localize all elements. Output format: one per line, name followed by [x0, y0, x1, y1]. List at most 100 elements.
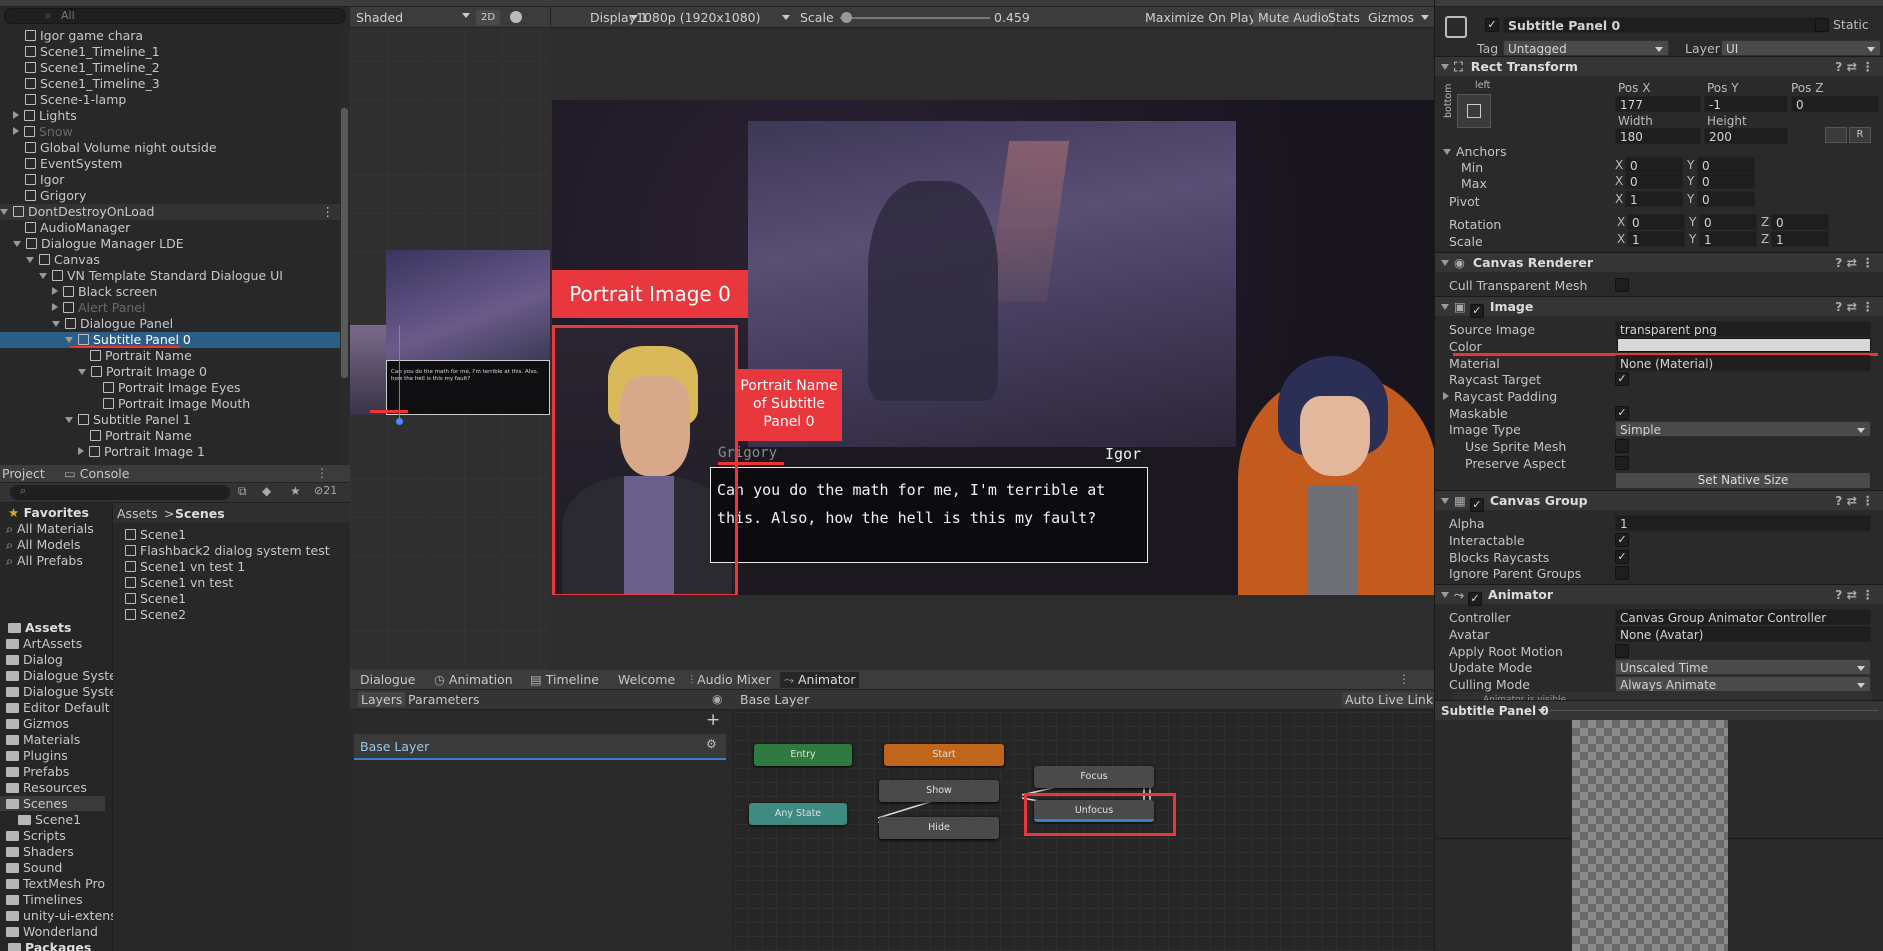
hidden-packages-count[interactable]: ⊘21 — [314, 484, 337, 497]
game-view[interactable]: Display 1 1080p (1920x1080) Scale 0.459 … — [550, 0, 1434, 670]
folder-item[interactable]: ArtAssets — [6, 636, 82, 651]
interactable-checkbox[interactable]: ✓ — [1615, 533, 1629, 547]
chevron-down-icon[interactable] — [39, 273, 47, 279]
hierarchy-item[interactable]: Canvas — [0, 252, 340, 268]
breadcrumb-scenes[interactable]: Scenes — [175, 506, 225, 521]
canvas-renderer-header[interactable]: ◉ Canvas Renderer ? ⇄ ⋮ — [1435, 252, 1883, 272]
chevron-down-icon[interactable] — [78, 369, 86, 375]
hierarchy-item[interactable]: Alert Panel — [0, 300, 340, 316]
scene-view[interactable]: Shaded 2D Can you do the math for me, I'… — [350, 0, 550, 670]
folder-item[interactable]: Editor Default Re — [6, 700, 129, 715]
scale-y-field[interactable]: 1 — [1699, 231, 1757, 247]
active-checkbox[interactable]: ✓ — [1485, 18, 1499, 32]
hierarchy-item[interactable]: Scene1_Timeline_3 — [0, 76, 340, 92]
hierarchy-item[interactable]: Portrait Name — [0, 428, 340, 444]
min-y-field[interactable]: 0 — [1697, 157, 1755, 173]
object-name-field[interactable]: Subtitle Panel 0 — [1503, 17, 1823, 33]
folder-item[interactable]: Prefabs — [6, 764, 69, 779]
anchor-presets-button[interactable] — [1457, 94, 1491, 128]
blueprint-button[interactable] — [1825, 127, 1847, 143]
state-focus[interactable]: Focus — [1034, 766, 1154, 788]
filter-label-icon[interactable]: ◆ — [262, 484, 271, 498]
hierarchy-item[interactable]: Dialogue Manager LDE — [0, 236, 340, 252]
hierarchy-item[interactable]: VN Template Standard Dialogue UI — [0, 268, 340, 284]
hierarchy-item[interactable]: EventSystem — [0, 156, 340, 172]
lock-icon[interactable]: ⋮ — [316, 466, 328, 480]
root-motion-checkbox[interactable] — [1615, 644, 1629, 658]
hierarchy-item[interactable]: Scene1_Timeline_2 — [0, 60, 340, 76]
shading-dropdown[interactable]: Shaded — [356, 7, 403, 28]
source-image-field[interactable]: transparent png — [1615, 321, 1871, 337]
folder-item[interactable]: Timelines — [6, 892, 83, 907]
layer-dropdown[interactable]: UI — [1721, 40, 1881, 56]
height-field[interactable]: 200 — [1704, 128, 1788, 144]
auto-live-link-button[interactable]: Auto Live Link — [1342, 692, 1434, 707]
stats-button[interactable]: Stats — [1328, 7, 1360, 28]
resolution-dropdown[interactable]: 1080p (1920x1080) — [636, 7, 761, 28]
tab-dialogue[interactable]: Dialogue — [356, 672, 419, 687]
layer-breadcrumb[interactable]: Base Layer — [740, 692, 809, 707]
state-show[interactable]: Show — [879, 780, 999, 802]
state-entry[interactable]: Entry — [754, 744, 852, 766]
hierarchy-item[interactable]: DontDestroyOnLoad ⋮ — [0, 204, 340, 220]
favorite-item[interactable]: ⌕ All Models — [6, 537, 81, 553]
folder-item[interactable]: Scripts — [6, 828, 66, 843]
posx-field[interactable]: 177 — [1615, 96, 1701, 112]
breadcrumb-assets[interactable]: Assets — [117, 506, 158, 521]
mute-audio-button[interactable]: Mute Audio — [1253, 9, 1334, 26]
hierarchy-item[interactable]: Subtitle Panel 0 — [0, 332, 340, 348]
favorite-icon[interactable]: ★ — [290, 484, 301, 498]
base-layer-row[interactable]: Base Layer ⚙ — [354, 734, 726, 760]
avatar-field[interactable]: None (Avatar) — [1615, 626, 1871, 642]
raw-edit-button[interactable]: R — [1849, 127, 1871, 143]
lighting-icon[interactable] — [510, 11, 522, 23]
favorites-header[interactable]: ★ Favorites — [8, 505, 89, 520]
image-type-dropdown[interactable]: Simple — [1615, 421, 1871, 437]
folder-item[interactable]: unity-ui-extensi — [6, 908, 120, 923]
maskable-checkbox[interactable]: ✓ — [1615, 406, 1629, 420]
add-layer-button[interactable]: + — [706, 710, 720, 730]
assets-header[interactable]: Assets — [8, 620, 71, 635]
scene-file[interactable]: Scene1 — [125, 527, 186, 542]
color-field[interactable] — [1617, 338, 1871, 352]
tab-parameters[interactable]: Parameters — [408, 692, 480, 707]
chevron-down-icon[interactable] — [52, 321, 60, 327]
hierarchy-item[interactable]: Dialogue Panel — [0, 316, 340, 332]
max-y-field[interactable]: 0 — [1697, 173, 1755, 189]
use-sprite-mesh-checkbox[interactable] — [1615, 439, 1629, 453]
project-search-input[interactable]: ⌕ — [10, 484, 230, 500]
blocks-raycasts-checkbox[interactable]: ✓ — [1615, 550, 1629, 564]
hierarchy-item[interactable]: Scene1_Timeline_1 — [0, 44, 340, 60]
rot-z-field[interactable]: 0 — [1771, 214, 1829, 230]
hierarchy-item[interactable]: Portrait Image 1 — [0, 444, 340, 460]
folder-item[interactable]: Dialog — [6, 652, 63, 667]
posz-field[interactable]: 0 — [1791, 96, 1879, 112]
hierarchy-item[interactable]: Black screen — [0, 284, 340, 300]
scale-slider-knob[interactable] — [841, 12, 852, 23]
min-x-field[interactable]: 0 — [1625, 157, 1683, 173]
animator-header[interactable]: ⤳ ✓ Animator ? ⇄ ⋮ — [1435, 584, 1883, 606]
gear-icon[interactable]: ⚙ — [706, 737, 717, 751]
hierarchy-item[interactable]: Snow — [0, 124, 340, 140]
tag-dropdown[interactable]: Untagged — [1503, 40, 1669, 56]
preview-header[interactable]: Subtitle Panel 0 — [1435, 700, 1883, 720]
hierarchy-item[interactable]: Portrait Image 0 — [0, 364, 340, 380]
posy-field[interactable]: -1 — [1704, 96, 1788, 112]
scene-file[interactable]: Scene2 — [125, 607, 186, 622]
favorite-item[interactable]: ⌕ All Prefabs — [6, 553, 83, 569]
scene-file[interactable]: Scene1 vn test 1 — [125, 559, 245, 574]
folder-item[interactable]: Scene1 — [18, 812, 81, 827]
hierarchy-search[interactable]: ⌕ All — [4, 8, 346, 24]
hierarchy-item[interactable]: AudioManager — [0, 220, 340, 236]
filter-type-icon[interactable]: ⧉ — [238, 484, 247, 499]
folder-item[interactable]: Scenes — [0, 796, 105, 811]
tab-animator[interactable]: ⤳ Animator — [780, 672, 860, 688]
scrollbar-thumb[interactable] — [341, 108, 348, 378]
scale-z-field[interactable]: 1 — [1771, 231, 1829, 247]
tab-layers[interactable]: Layers — [358, 692, 406, 707]
material-field[interactable]: None (Material) — [1615, 355, 1871, 371]
chevron-right-icon[interactable] — [52, 303, 58, 311]
width-field[interactable]: 180 — [1615, 128, 1701, 144]
folder-item[interactable]: Plugins — [6, 748, 68, 763]
chevron-down-icon[interactable] — [65, 417, 73, 423]
